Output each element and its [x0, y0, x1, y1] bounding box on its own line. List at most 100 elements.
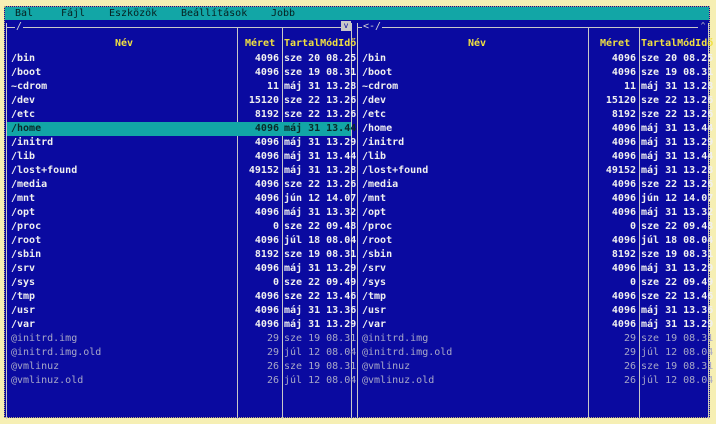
file-name: /bin	[362, 53, 387, 64]
table-row[interactable]: @vmlinuz.old 26 júl 12 08.04	[358, 374, 713, 388]
file-modified: jún 12 14.07	[284, 193, 357, 204]
column-header-name[interactable]: Név	[468, 38, 486, 50]
table-row[interactable]: /dev 15120 sze 22 13.26	[358, 94, 713, 108]
file-name: @vmlinuz.old	[11, 375, 84, 386]
file-size: 29	[623, 333, 636, 344]
scroll-down-icon[interactable]: v	[341, 21, 351, 31]
file-modified: máj 31 13.29	[641, 137, 714, 148]
left-panel-path[interactable]: /	[15, 22, 24, 32]
file-modified: júl 18 08.04	[284, 235, 357, 246]
table-row[interactable]: /initrd 4096 máj 31 13.29	[7, 136, 356, 150]
table-row[interactable]: /lost+found 49152 máj 31 13.28	[7, 164, 356, 178]
file-size: 4096	[254, 137, 279, 148]
table-row[interactable]: /proc 0 sze 22 09.48	[7, 220, 356, 234]
file-name: /mnt	[11, 193, 36, 204]
table-row[interactable]: /root 4096 júl 18 08.04	[358, 234, 713, 248]
file-name: /root	[11, 235, 42, 246]
file-size: 11	[623, 81, 636, 92]
table-row[interactable]: /sbin 8192 sze 19 08.31	[7, 248, 356, 262]
table-row[interactable]: @initrd.img.old 29 júl 12 08.04	[7, 346, 356, 360]
menu-settings[interactable]: Beállítások	[181, 7, 247, 20]
file-name: @vmlinuz	[362, 361, 411, 372]
file-modified: máj 31 13.29	[284, 319, 357, 330]
file-size: 4096	[254, 179, 279, 190]
table-row[interactable]: /dev 15120 sze 22 13.26	[7, 94, 356, 108]
table-row[interactable]: /mnt 4096 jún 12 14.07	[358, 192, 713, 206]
table-row[interactable]: /boot 4096 sze 19 08.31	[358, 66, 713, 80]
column-header-size[interactable]: Méret	[245, 38, 275, 50]
file-size: 4096	[611, 319, 636, 330]
file-name: /root	[362, 235, 393, 246]
table-row[interactable]: /initrd 4096 máj 31 13.29	[358, 136, 713, 150]
table-row[interactable]: @vmlinuz.old 26 júl 12 08.04	[7, 374, 356, 388]
table-row[interactable]: /sys 0 sze 22 09.49	[7, 276, 356, 290]
column-header-date[interactable]: TartalMódIdő	[641, 38, 713, 50]
table-row[interactable]: /mnt 4096 jún 12 14.07	[7, 192, 356, 206]
table-row[interactable]: /proc 0 sze 22 09.48	[358, 220, 713, 234]
table-row[interactable]: /opt 4096 máj 31 13.32	[358, 206, 713, 220]
table-row[interactable]: /lib 4096 máj 31 13.44	[7, 150, 356, 164]
left-panel[interactable]: / v Név Méret TartalMódIdő /bin 4096 sze 2…	[6, 21, 356, 419]
file-size: 8192	[611, 249, 636, 260]
file-modified: máj 31 13.29	[284, 137, 357, 148]
table-row[interactable]: /srv 4096 máj 31 13.29	[7, 262, 356, 276]
table-row[interactable]: /home 4096 máj 31 13.44	[358, 122, 713, 136]
table-row[interactable]: @vmlinuz 26 sze 19 08.31	[358, 360, 713, 374]
file-size: 4096	[254, 291, 279, 302]
table-row[interactable]: /sbin 8192 sze 19 08.31	[358, 248, 713, 262]
panel-border	[358, 27, 708, 28]
table-row[interactable]: @initrd.img.old 29 júl 12 08.04	[358, 346, 713, 360]
file-name: /home	[11, 123, 42, 134]
file-name: /tmp	[362, 291, 387, 302]
table-row[interactable]: /lost+found 49152 máj 31 13.28	[358, 164, 713, 178]
right-panel[interactable]: <-/ ^ Név Méret TartalMódIdő /bin 4096 sze…	[357, 21, 713, 419]
table-row[interactable]: /lib 4096 máj 31 13.44	[358, 150, 713, 164]
menu-left[interactable]: Bal	[15, 7, 33, 20]
table-row[interactable]: /home 4096 máj 31 13.44	[7, 122, 356, 136]
file-name: /usr	[362, 305, 387, 316]
file-size: 29	[266, 333, 279, 344]
table-row[interactable]: /opt 4096 máj 31 13.32	[7, 206, 356, 220]
file-name: /sys	[362, 277, 387, 288]
file-size: 4096	[611, 235, 636, 246]
table-row[interactable]: /bin 4096 sze 20 08.25	[358, 52, 713, 66]
table-row[interactable]: ~cdrom 11 máj 31 13.28	[358, 80, 713, 94]
table-row[interactable]: /media 4096 sze 22 13.26	[358, 178, 713, 192]
file-name: /var	[11, 319, 36, 330]
file-name: /media	[11, 179, 48, 190]
table-row[interactable]: /boot 4096 sze 19 08.31	[7, 66, 356, 80]
table-row[interactable]: /var 4096 máj 31 13.29	[358, 318, 713, 332]
table-row[interactable]: @initrd.img 29 sze 19 08.31	[7, 332, 356, 346]
table-row[interactable]: /var 4096 máj 31 13.29	[7, 318, 356, 332]
table-row[interactable]: /sys 0 sze 22 09.49	[358, 276, 713, 290]
table-row[interactable]: @initrd.img 29 sze 19 08.31	[358, 332, 713, 346]
table-row[interactable]: /etc 8192 sze 22 13.26	[358, 108, 713, 122]
column-header-name[interactable]: Név	[115, 38, 133, 50]
column-header-date[interactable]: TartalMódIdő	[284, 38, 356, 50]
table-row[interactable]: /tmp 4096 sze 22 13.46	[358, 290, 713, 304]
file-modified: sze 19 08.31	[284, 333, 357, 344]
menu-tools[interactable]: Eszközök	[109, 7, 157, 20]
file-modified: sze 19 08.31	[284, 361, 357, 372]
table-row[interactable]: /bin 4096 sze 20 08.25	[7, 52, 356, 66]
file-name: /usr	[11, 305, 36, 316]
file-name: /lost+found	[362, 165, 429, 176]
right-panel-path[interactable]: <-/	[362, 22, 383, 32]
menu-file[interactable]: Fájl	[61, 7, 85, 20]
table-row[interactable]: /usr 4096 máj 31 13.36	[358, 304, 713, 318]
scroll-up-icon[interactable]: ^	[698, 21, 708, 31]
table-row[interactable]: ~cdrom 11 máj 31 13.28	[7, 80, 356, 94]
table-row[interactable]: @vmlinuz 26 sze 19 08.31	[7, 360, 356, 374]
table-row[interactable]: /srv 4096 máj 31 13.29	[358, 262, 713, 276]
menu-right[interactable]: Jobb	[271, 7, 295, 20]
table-row[interactable]: /media 4096 sze 22 13.26	[7, 178, 356, 192]
table-row[interactable]: /etc 8192 sze 22 13.26	[7, 108, 356, 122]
file-modified: máj 31 13.36	[641, 305, 714, 316]
file-name: /proc	[362, 221, 393, 232]
table-row[interactable]: /root 4096 júl 18 08.04	[7, 234, 356, 248]
table-row[interactable]: /usr 4096 máj 31 13.36	[7, 304, 356, 318]
file-name: @vmlinuz.old	[362, 375, 435, 386]
file-modified: sze 19 08.31	[641, 361, 714, 372]
table-row[interactable]: /tmp 4096 sze 22 13.46	[7, 290, 356, 304]
column-header-size[interactable]: Méret	[600, 38, 630, 50]
